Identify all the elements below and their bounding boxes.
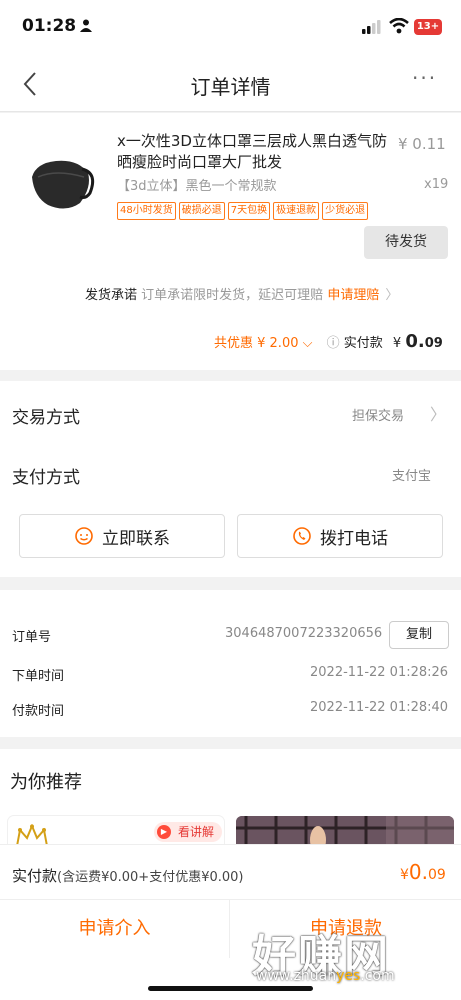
order-time: 2022-11-22 01:28:26 (310, 665, 449, 680)
pay-time-label: 付款时间 (12, 704, 65, 719)
page-title: 订单详情 (190, 75, 271, 99)
promise-label: 发货承诺 (85, 288, 138, 303)
service-tag: 破损必退 (178, 202, 225, 220)
copy-button[interactable]: 复制 (389, 621, 449, 649)
payment-method-value: 支付宝 (392, 469, 432, 484)
service-tag: 7天包换 (227, 202, 271, 220)
trade-card: 交易方式 担保交易 〉 支付方式 支付宝 立即联系 拨打电话 (0, 381, 461, 577)
payment-summary: 共优惠 ¥ 2.00 ⌵ ⓘ 实付款 ¥ 0.09 (214, 331, 443, 352)
contact-seller-button[interactable]: 立即联系 (19, 514, 225, 558)
bottom-paid-label: 实付款(含运费¥0.00+支付优惠¥0.00) (12, 867, 244, 885)
play-icon: ▶ (157, 825, 171, 839)
chevron-right-icon: 〉 (385, 288, 399, 303)
chevron-right-icon[interactable]: 〉 (430, 401, 446, 425)
payment-method-label: 支付方式 (12, 468, 80, 488)
order-time-label: 下单时间 (12, 669, 65, 684)
chevron-down-icon[interactable]: ⌵ (298, 336, 316, 351)
explain-badge[interactable]: ▶ 看讲解 (154, 822, 222, 842)
product-price: ¥ 0.11 (398, 135, 446, 153)
watermark-url: www.zhuanyes.com (256, 968, 395, 984)
signal-icon (362, 20, 381, 34)
service-tag: 48小时发货 (117, 202, 176, 220)
nav-bar: 订单详情 ··· (0, 56, 461, 112)
explain-label: 看讲解 (177, 825, 214, 839)
product-image[interactable] (26, 147, 96, 217)
phone-icon (293, 527, 311, 545)
action-bar: 申请介入 申请退款 (0, 899, 461, 958)
discount-total[interactable]: 共优惠 ¥ 2.00 (214, 336, 298, 351)
wifi-icon (389, 18, 409, 34)
contact-seller-label: 立即联系 (102, 528, 170, 549)
product-title[interactable]: x一次性3D立体口罩三层成人黑白透气防晒瘦脸时尚口罩大厂批发 (117, 131, 397, 173)
call-seller-label: 拨打电话 (320, 528, 388, 549)
chat-icon (75, 527, 93, 545)
call-seller-button[interactable]: 拨打电话 (237, 514, 443, 558)
bottom-total: ¥0.09 (400, 860, 446, 884)
order-info-card: 订单号 3046487007223320656 复制 下单时间 2022-11-… (0, 590, 461, 737)
home-indicator[interactable] (148, 986, 313, 991)
order-number: 3046487007223320656 (225, 626, 383, 641)
trade-method-value[interactable]: 担保交易 (352, 405, 404, 424)
status-bar: 01:28 13+ (0, 0, 461, 56)
service-tags: 48小时发货 破损必退 7天包换 极速退款 少货必退 (117, 198, 427, 220)
paid-label: 实付款 (343, 336, 383, 351)
apply-compensation-link[interactable]: 申请理赔 (327, 288, 379, 303)
pending-shipment-button[interactable]: 待发货 (364, 226, 448, 259)
product-card: x一次性3D立体口罩三层成人黑白透气防晒瘦脸时尚口罩大厂批发 ¥ 0.11 【3… (0, 113, 461, 370)
help-icon[interactable]: ⓘ (327, 336, 340, 351)
bottom-paid-detail: (含运费¥0.00+支付优惠¥0.00) (57, 870, 244, 885)
recommend-title: 为你推荐 (10, 772, 82, 793)
trade-method-label: 交易方式 (12, 408, 80, 428)
paid-amount: ¥ 0.09 (392, 331, 443, 352)
battery-indicator: 13+ (414, 19, 442, 35)
person-icon (80, 19, 92, 32)
apply-intervene-button[interactable]: 申请介入 (0, 900, 230, 958)
status-time: 01:28 (22, 16, 77, 36)
service-tag: 极速退款 (273, 202, 320, 220)
shipping-promise[interactable]: 发货承诺 订单承诺限时发货，延迟可理赔 申请理赔〉 (85, 284, 398, 303)
more-icon[interactable]: ··· (412, 66, 437, 90)
pay-time: 2022-11-22 01:28:40 (310, 700, 449, 715)
promise-text: 订单承诺限时发货，延迟可理赔 (141, 288, 324, 303)
service-tag: 少货必退 (322, 202, 369, 220)
product-quantity: x19 (424, 177, 449, 192)
order-number-label: 订单号 (12, 630, 52, 645)
product-sku: 【3d立体】黑色一个常规款 (117, 179, 277, 194)
